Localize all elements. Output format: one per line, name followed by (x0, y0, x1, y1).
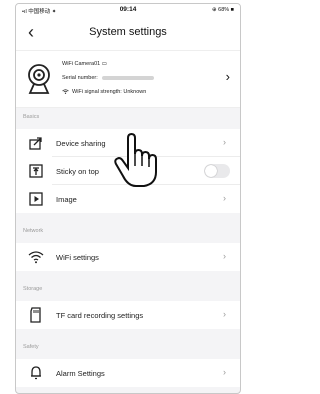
status-bar: •ıl 中国移动 ✦ 09:14 ⊕ 68% ■ (16, 4, 240, 16)
chevron-right-icon: › (223, 137, 226, 147)
image-row[interactable]: Image › (16, 185, 240, 213)
camera-icon (28, 64, 50, 94)
wifi-settings-row[interactable]: WiFi settings › (16, 243, 240, 271)
section-network: Network (23, 228, 44, 234)
alarm-settings-row[interactable]: Alarm Settings › (16, 359, 240, 387)
hand-pointer-icon (114, 132, 157, 187)
chevron-right-icon: › (223, 309, 226, 319)
device-name: WiFi Camera01 ▭ (62, 61, 107, 67)
share-icon (29, 137, 42, 150)
wifi-strength: WiFi signal strength: Unknown (62, 89, 146, 95)
navigation-bar: ‹ System settings (16, 16, 240, 50)
play-icon (29, 192, 43, 206)
alarm-settings-label: Alarm Settings (56, 369, 105, 378)
wifi-strength-text: WiFi signal strength: Unknown (72, 89, 147, 95)
chevron-right-icon: › (223, 367, 226, 377)
device-sharing-label: Device sharing (56, 139, 106, 148)
serial-number: Serial number: (62, 75, 154, 81)
phone-screen: •ıl 中国移动 ✦ 09:14 ⊕ 68% ■ ‹ System settin… (15, 3, 241, 394)
sticky-top-toggle[interactable] (204, 164, 230, 178)
wifi-icon (28, 251, 44, 264)
section-safety: Safety (23, 344, 39, 350)
wifi-signal-icon (62, 89, 69, 94)
serial-redacted (101, 75, 154, 80)
pin-top-icon (29, 164, 43, 178)
section-storage: Storage (23, 286, 43, 292)
battery-indicator: ⊕ 68% ■ (212, 7, 234, 13)
image-label: Image (56, 195, 77, 204)
chevron-right-icon: › (225, 69, 230, 84)
tf-card-label: TF card recording settings (56, 311, 144, 320)
sticky-top-label: Sticky on top (56, 167, 99, 176)
tf-card-row[interactable]: TF card recording settings › (16, 301, 240, 329)
device-info-card[interactable]: WiFi Camera01 ▭ Serial number: WiFi sign… (16, 50, 240, 108)
sd-card-icon (30, 307, 41, 323)
section-basics: Basics (23, 114, 40, 120)
alarm-bell-icon (31, 366, 41, 380)
status-time: 09:14 (119, 6, 137, 13)
page-title: System settings (89, 26, 167, 38)
toggle-knob (205, 165, 217, 177)
serial-label: Serial number: (62, 75, 98, 81)
wifi-settings-label: WiFi settings (56, 253, 99, 262)
chevron-right-icon: › (223, 193, 226, 203)
chevron-right-icon: › (223, 251, 226, 261)
